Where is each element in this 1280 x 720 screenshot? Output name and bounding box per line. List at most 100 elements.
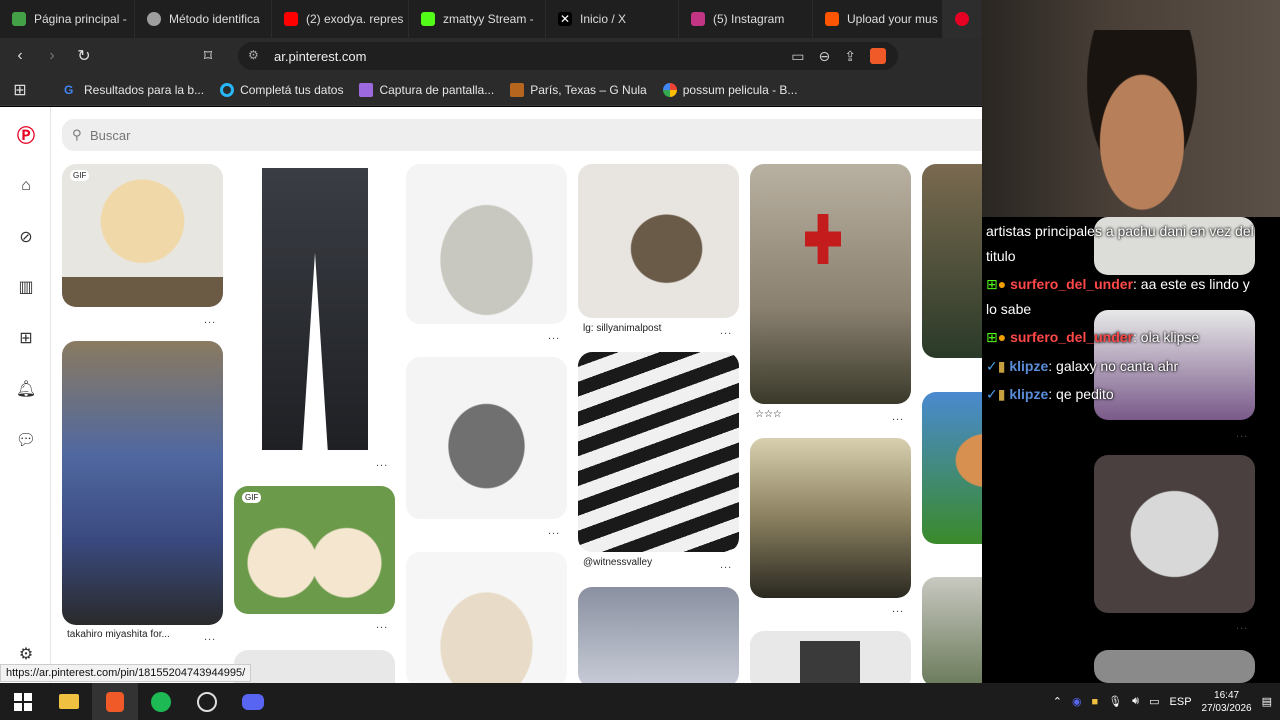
clock[interactable]: 16:47 27/03/2026	[1202, 689, 1252, 715]
chat-message: ⊞● surfero_del_under: aa este es lindo y	[986, 276, 1250, 292]
obs-icon[interactable]	[184, 683, 230, 720]
brave-browser-icon[interactable]	[92, 683, 138, 720]
site-info-icon[interactable]: ⚙	[248, 48, 259, 62]
clock-time: 16:47	[1214, 689, 1240, 701]
pin-kitten-grass[interactable]	[922, 392, 982, 544]
pinterest-logo-icon[interactable]: Ⓟ	[16, 125, 36, 146]
notifications-icon[interactable]: 🔔︎	[16, 379, 36, 399]
forward-icon[interactable]: ›	[40, 44, 64, 68]
pin-interior-cross[interactable]	[750, 164, 911, 404]
search-icon: ⚲	[72, 127, 82, 142]
bookmark-possum[interactable]: possum pelicula - B...	[655, 82, 806, 97]
pin-more-icon[interactable]: ...	[892, 411, 904, 423]
spotify-icon[interactable]	[138, 683, 184, 720]
bookmark-icon[interactable]: ⌑	[196, 44, 220, 68]
pin-tshirt[interactable]	[234, 650, 395, 683]
pin-more-icon[interactable]: ...	[548, 330, 560, 342]
share-icon[interactable]: ⇪	[844, 48, 856, 65]
brave-shield-icon[interactable]	[870, 48, 886, 64]
badge-icon: ⊞	[986, 276, 998, 292]
apps-grid-icon[interactable]: ⊞	[8, 78, 32, 102]
create-icon[interactable]: ⊞	[16, 328, 36, 348]
google-icon	[662, 82, 677, 97]
discord-icon[interactable]	[230, 683, 276, 720]
pin-green-jacket[interactable]	[922, 164, 982, 358]
tab-x[interactable]: ✕ Inicio / X	[546, 0, 679, 38]
tab-metodo[interactable]: Método identifica	[135, 0, 272, 38]
pin-more-icon[interactable]: ...	[720, 559, 732, 571]
pin-puppy[interactable]: GIF	[62, 164, 223, 307]
tab-instagram[interactable]: (5) Instagram	[679, 0, 813, 38]
pin-longsleeve[interactable]	[406, 552, 567, 683]
messages-icon[interactable]: 💬︎	[16, 430, 36, 450]
pin-more-icon[interactable]: ...	[1236, 428, 1248, 440]
pin-belts-stripes[interactable]	[578, 352, 739, 552]
pin-more-icon[interactable]: ...	[892, 603, 904, 615]
status-url: https://ar.pinterest.com/pin/18155204743…	[0, 664, 252, 682]
file-explorer-icon[interactable]	[46, 683, 92, 720]
tab-soundcloud[interactable]: Upload your mus	[813, 0, 943, 38]
pin-clouds[interactable]	[578, 587, 739, 683]
chat-message: titulo	[986, 248, 1016, 264]
chat-message: ✓▮ klipze: galaxy no canta ahr	[986, 358, 1179, 374]
chevron-up-icon[interactable]: ⌃	[1053, 695, 1062, 708]
tab-pinterest[interactable]	[943, 0, 982, 38]
tab-youtube[interactable]: (2) exodya. repres	[272, 0, 409, 38]
circle-icon	[220, 82, 235, 97]
pin-more-icon[interactable]: ...	[720, 325, 732, 337]
favicon-icon	[147, 12, 161, 26]
bookmark-label: possum pelicula - B...	[682, 82, 798, 97]
app-tray-icon[interactable]: ■	[1092, 696, 1099, 708]
pin-jeans[interactable]	[234, 164, 395, 452]
network-icon[interactable]: ▭	[1149, 695, 1159, 708]
bookmark-captura[interactable]: Captura de pantalla...	[351, 82, 502, 97]
discord-tray-icon[interactable]: ◉	[1072, 695, 1082, 708]
volume-icon[interactable]: 🔊︎	[1132, 695, 1139, 708]
search-input[interactable]: ⚲ Buscar	[62, 119, 982, 151]
bookmark-completa[interactable]: Completá tus datos	[212, 82, 351, 97]
windows-start-icon[interactable]	[0, 683, 46, 720]
pin-more-icon[interactable]: ...	[548, 525, 560, 537]
pin-more-icon[interactable]: ...	[204, 314, 216, 326]
chat-message: ⊞● surfero_del_under: ola klipse	[986, 329, 1200, 345]
bookmark-paris[interactable]: París, Texas – G Nula	[502, 82, 655, 97]
google-icon: G	[64, 82, 74, 97]
instagram-icon	[691, 12, 705, 26]
bookmark-resultados[interactable]: G Resultados para la b...	[56, 83, 212, 97]
pin-converse[interactable]	[1094, 455, 1255, 613]
badge-icon: ▮	[997, 386, 1006, 402]
chat-message: ✓▮ klipze: qe pedito	[986, 386, 1114, 402]
address-bar[interactable]: ⚙ ar.pinterest.com ▭ ⊖ ⇪	[238, 42, 898, 70]
pin-sneakers[interactable]	[406, 164, 567, 324]
tab-label: Inicio / X	[580, 12, 627, 26]
pin-more-icon[interactable]: ...	[1236, 620, 1248, 632]
pin-takahiro[interactable]	[62, 341, 223, 625]
pin-more-icon[interactable]: ...	[376, 457, 388, 469]
notification-icon[interactable]: ▤	[1262, 695, 1272, 708]
soundcloud-icon	[825, 12, 839, 26]
pin-more-icon[interactable]: ...	[204, 631, 216, 643]
pin-puppies-hearts[interactable]: GIF	[234, 486, 395, 614]
pin-partial-bottom[interactable]	[1094, 650, 1255, 683]
home-icon[interactable]: ⌂	[16, 176, 36, 196]
tab-kick[interactable]: zmattyy Stream -	[409, 0, 546, 38]
pin-more-icon[interactable]: ...	[376, 619, 388, 631]
zoom-icon[interactable]: ⊖	[819, 48, 831, 65]
boards-icon[interactable]: ▥	[16, 277, 36, 297]
pin-caption: lg: sillyanimalpost	[583, 323, 662, 334]
reload-icon[interactable]: ↻	[72, 44, 96, 68]
settings-icon[interactable]: ⚙	[16, 644, 36, 664]
cast-icon[interactable]: ▭	[791, 48, 804, 65]
microphone-icon[interactable]: 🎙︎	[1108, 695, 1122, 708]
back-icon[interactable]: ‹	[8, 44, 32, 68]
search-placeholder: Buscar	[90, 127, 131, 143]
explore-icon[interactable]: ⊘	[16, 227, 36, 247]
pin-kitten[interactable]	[578, 164, 739, 318]
language-indicator[interactable]: ESP	[1170, 696, 1192, 708]
pin-city-art[interactable]	[750, 438, 911, 598]
pin-caption: ☆☆☆	[755, 409, 782, 420]
pin-boot[interactable]	[406, 357, 567, 519]
tab-pagina-principal[interactable]: Página principal -	[0, 0, 135, 38]
pin-jeans-2[interactable]	[750, 631, 911, 683]
pin-park-cat[interactable]	[922, 577, 982, 683]
